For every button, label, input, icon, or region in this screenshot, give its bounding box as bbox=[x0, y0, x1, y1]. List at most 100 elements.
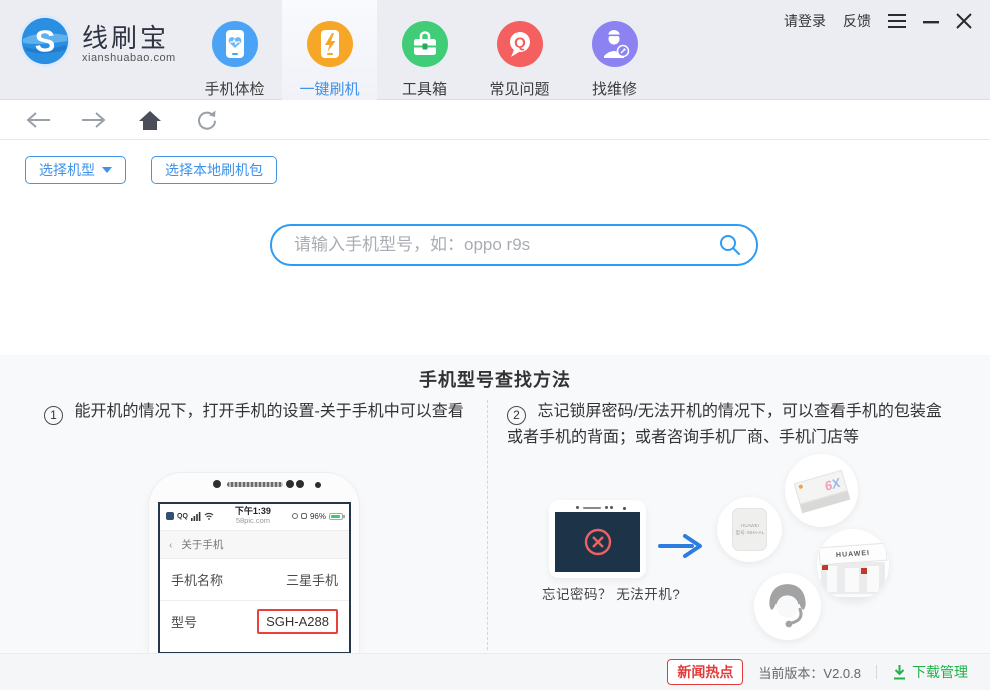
nav-label: 手机体检 bbox=[204, 81, 265, 98]
sensor-dot bbox=[315, 482, 321, 488]
select-model-button[interactable]: 选择机型 bbox=[25, 156, 126, 184]
step-2-text: 忘记锁屏密码/无法开机的情况下，可以查看手机的包装盒或者手机的背面；或者咨询手机… bbox=[507, 403, 942, 446]
phone-statusbar: QQ 下午1:39 58pic.com 96% bbox=[160, 504, 349, 528]
step-2-number: 2 bbox=[507, 405, 526, 425]
app-header: S 线刷宝 xianshuabao.com 手机体检 一键刷机 工具箱 Q 常见… bbox=[0, 0, 990, 100]
select-local-package-label: 选择本地刷机包 bbox=[165, 162, 263, 178]
nav-label: 工具箱 bbox=[401, 81, 447, 98]
model-guide-section: 手机型号查找方法 1 能开机的情况下，打开手机的设置-关于手机中可以查看 2 忘… bbox=[0, 355, 990, 654]
box-model-label: 6X bbox=[822, 474, 843, 494]
customer-service-icon bbox=[769, 584, 806, 628]
news-hotspot-badge[interactable]: 新闻热点 bbox=[667, 659, 744, 685]
about-phone-back-row: ‹ 关于手机 bbox=[160, 530, 349, 559]
back-chevron-icon: ‹ bbox=[169, 539, 173, 551]
home-icon[interactable] bbox=[136, 109, 164, 131]
back-icon[interactable] bbox=[24, 109, 52, 131]
nav-label: 常见问题 bbox=[489, 81, 550, 98]
locked-phone-screen bbox=[555, 512, 640, 572]
bluetooth-icon bbox=[300, 513, 307, 519]
version-label: 当前版本：V2.0.8 bbox=[758, 665, 861, 681]
download-label: 下载管理 bbox=[912, 664, 968, 680]
box-logo-dot bbox=[798, 484, 804, 490]
sensor-dot bbox=[605, 506, 608, 509]
customer-service-illustration bbox=[754, 573, 821, 640]
select-local-package-button[interactable]: 选择本地刷机包 bbox=[151, 156, 277, 184]
step-1-text: 能开机的情况下，打开手机的设置-关于手机中可以查看 bbox=[74, 403, 464, 420]
sensor-dot bbox=[623, 507, 626, 510]
menu-icon[interactable] bbox=[888, 14, 906, 28]
nav-item-repair[interactable]: 找维修 bbox=[567, 0, 662, 100]
minimize-icon[interactable] bbox=[923, 14, 939, 28]
phone-flash-icon bbox=[306, 21, 353, 67]
search-input[interactable] bbox=[270, 224, 758, 266]
nav-item-phone-check[interactable]: 手机体检 bbox=[187, 0, 282, 100]
guide-step-1: 1 能开机的情况下，打开手机的设置-关于手机中可以查看 bbox=[44, 399, 474, 425]
toolbox-icon bbox=[401, 21, 448, 67]
sensor-dot bbox=[286, 480, 294, 488]
row-label: 型号 bbox=[171, 615, 198, 630]
battery-percent: 96% bbox=[309, 511, 326, 521]
about-phone-illustration: QQ 下午1:39 58pic.com 96% ‹ 关于手机 手机名称 三星手机… bbox=[148, 472, 360, 654]
arrow-right-icon bbox=[658, 533, 704, 564]
phone-model-row: 型号 SGH-A288 bbox=[160, 601, 349, 642]
row-value: 三星手机 bbox=[285, 573, 338, 588]
dashed-divider bbox=[487, 400, 488, 650]
svg-text:S: S bbox=[35, 24, 56, 59]
nav-label: 一键刷机 bbox=[299, 81, 360, 98]
phone-check-icon bbox=[211, 21, 258, 67]
phone-name-row: 手机名称 三星手机 bbox=[160, 559, 349, 601]
app-logo: S 线刷宝 xianshuabao.com bbox=[18, 14, 176, 73]
wifi-icon bbox=[204, 512, 214, 520]
footer-divider bbox=[876, 665, 877, 679]
phone-site: 58pic.com bbox=[235, 516, 271, 525]
speaker-grille bbox=[227, 482, 283, 487]
question-bubble-icon: Q bbox=[496, 21, 543, 67]
phone-back-illustration: HUAWEI 型号: MHA-AL bbox=[717, 497, 782, 562]
refresh-icon[interactable] bbox=[192, 109, 220, 131]
error-cross-icon bbox=[584, 528, 611, 556]
svg-text:Q: Q bbox=[514, 35, 526, 52]
store-interior bbox=[821, 562, 885, 601]
sensor-dot bbox=[610, 506, 613, 509]
chevron-down-icon bbox=[102, 167, 112, 173]
download-icon bbox=[894, 665, 905, 680]
download-manager-button[interactable]: 下载管理 bbox=[892, 662, 968, 682]
nav-item-toolbox[interactable]: 工具箱 bbox=[377, 0, 472, 100]
logo-s-icon: S bbox=[18, 14, 72, 73]
select-model-label: 选择机型 bbox=[39, 162, 95, 178]
logo-domain: xianshuabao.com bbox=[82, 51, 176, 64]
back-card-model: 型号: MHA-AL bbox=[735, 529, 764, 536]
model-search bbox=[270, 224, 758, 266]
app-icon bbox=[166, 512, 174, 520]
nav-item-one-key-flash[interactable]: 一键刷机 bbox=[282, 0, 377, 100]
feedback-link[interactable]: 反馈 bbox=[843, 11, 871, 31]
forward-icon[interactable] bbox=[80, 109, 108, 131]
camera-dot bbox=[576, 506, 579, 509]
guide-step-2: 2 忘记锁屏密码/无法开机的情况下，可以查看手机的包装盒或者手机的背面；或者咨询… bbox=[507, 399, 955, 451]
main-nav: 手机体检 一键刷机 工具箱 Q 常见问题 找维修 bbox=[187, 0, 662, 100]
login-link[interactable]: 请登录 bbox=[784, 11, 826, 31]
guide-title: 手机型号查找方法 bbox=[419, 370, 571, 390]
sensor-dot bbox=[296, 480, 304, 488]
retail-box-illustration: 6X bbox=[785, 454, 858, 527]
speaker-grille bbox=[583, 507, 601, 509]
store-illustration: HUAWEI bbox=[817, 529, 889, 601]
repairman-icon bbox=[591, 21, 638, 67]
header-right-controls: 请登录 反馈 bbox=[784, 11, 972, 31]
status-bar: 新闻热点 当前版本：V2.0.8 下载管理 bbox=[0, 653, 990, 690]
logo-title: 线刷宝 bbox=[82, 22, 170, 53]
camera-dot bbox=[213, 480, 221, 488]
signal-icon bbox=[190, 511, 201, 521]
step-1-number: 1 bbox=[44, 405, 63, 425]
orientation-icon bbox=[291, 513, 298, 519]
locked-phone-illustration bbox=[549, 500, 646, 578]
close-icon[interactable] bbox=[956, 13, 972, 29]
browser-toolbar bbox=[0, 101, 990, 140]
nav-item-faq[interactable]: Q 常见问题 bbox=[472, 0, 567, 100]
row-label: 手机名称 bbox=[171, 573, 224, 588]
phone-time: 下午1:39 bbox=[234, 506, 271, 516]
back-card-brand: HUAWEI bbox=[740, 522, 759, 529]
search-icon[interactable] bbox=[719, 234, 741, 261]
battery-icon bbox=[328, 512, 345, 520]
locked-phone-caption: 忘记密码？ 无法开机? bbox=[542, 587, 681, 602]
